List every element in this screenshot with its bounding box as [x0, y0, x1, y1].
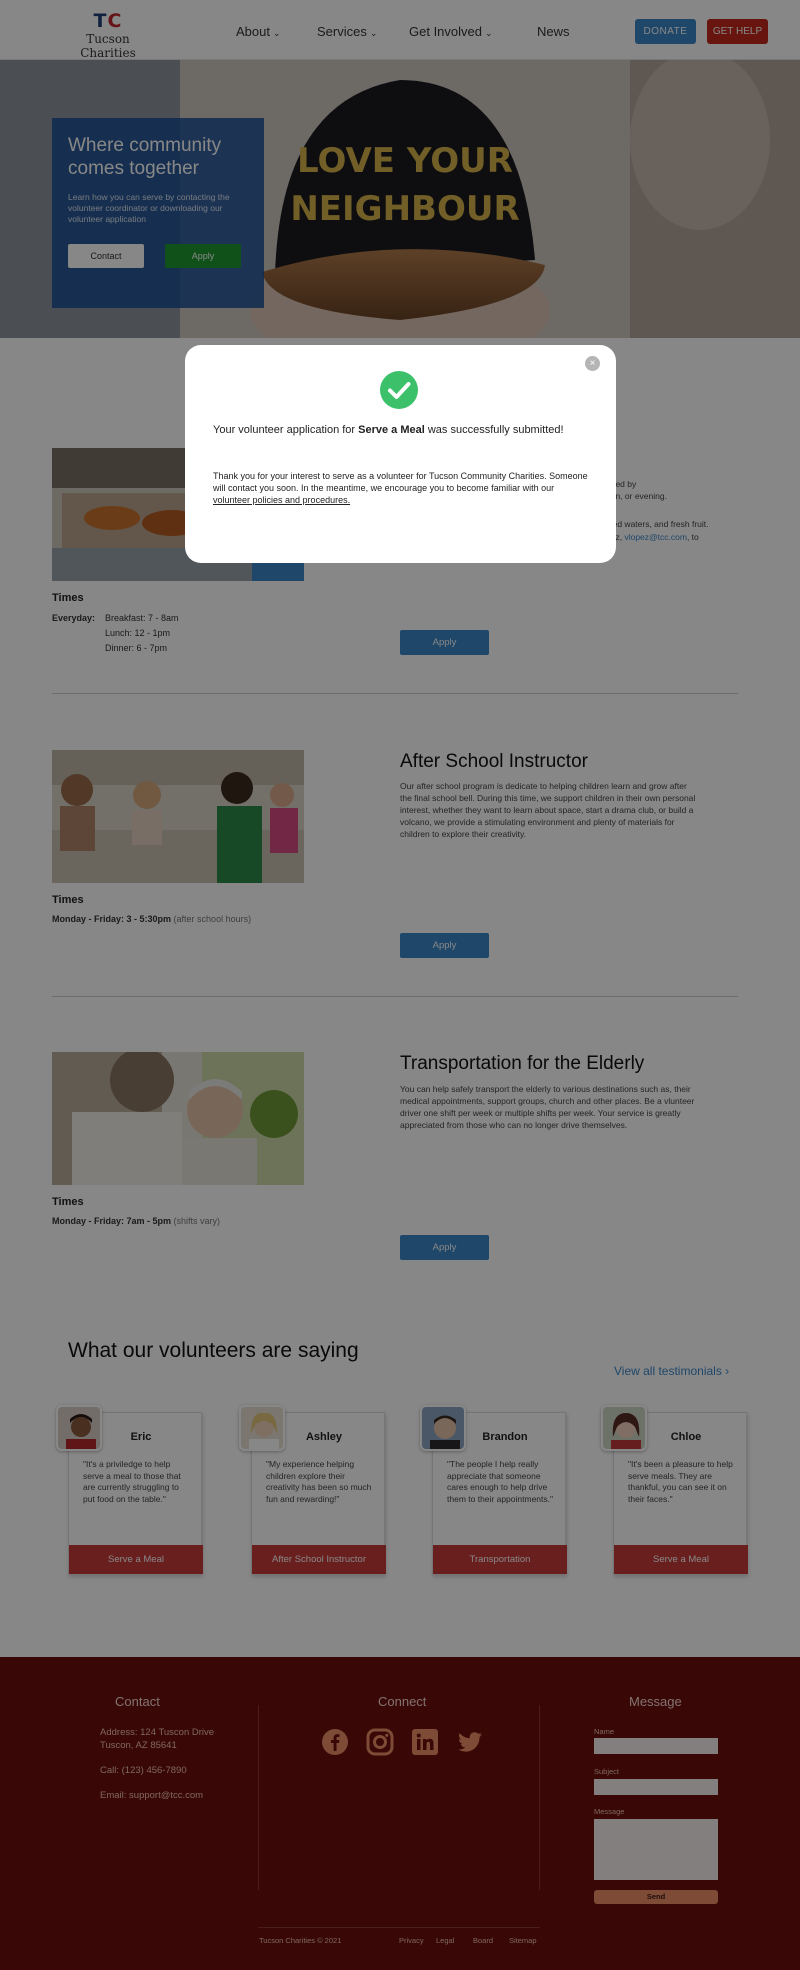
modal-backdrop[interactable] — [0, 0, 800, 1970]
modal-success-message: Your volunteer application for Serve a M… — [213, 424, 603, 436]
modal-message-part: Your volunteer application for — [213, 424, 359, 436]
close-icon[interactable]: × — [585, 356, 600, 371]
modal-body-text: Thank you for your interest to serve as … — [213, 471, 588, 493]
success-modal: × Your volunteer application for Serve a… — [185, 345, 616, 563]
modal-body: Thank you for your interest to serve as … — [213, 470, 593, 506]
modal-opportunity-name: Serve a Meal — [358, 424, 425, 436]
check-circle-icon — [380, 371, 418, 409]
volunteer-policies-link[interactable]: volunteer policies and procedures. — [213, 495, 350, 505]
modal-message-part: was successfully submitted! — [424, 424, 564, 436]
